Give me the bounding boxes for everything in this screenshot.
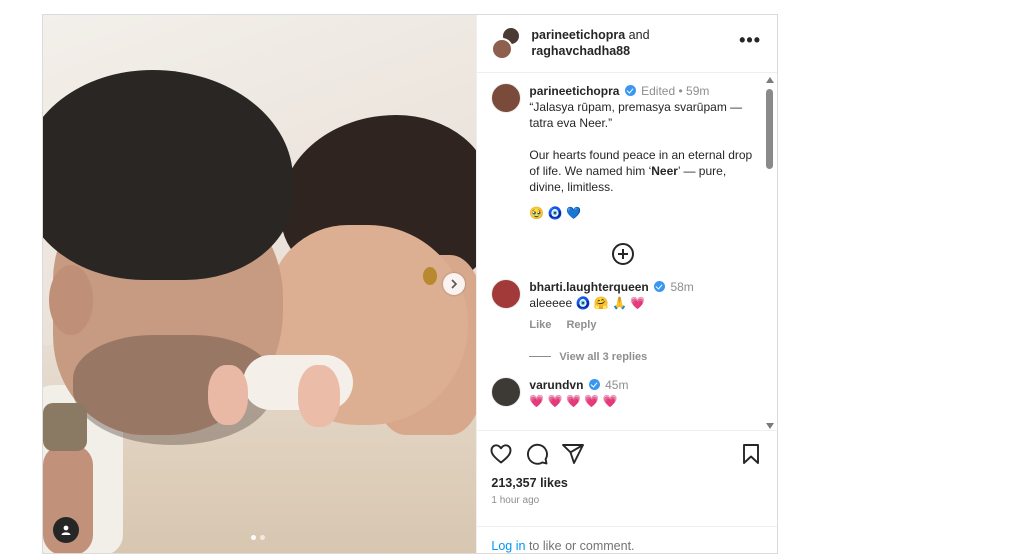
scrollbar-thumb[interactable] (766, 88, 773, 169)
view-replies-label: View all 3 replies (559, 350, 648, 363)
login-text: to like or comment. (525, 539, 635, 554)
caption-quote: “Jalasya rūpam, premasya svarūpam — tatr… (529, 99, 743, 130)
caption: parineetichopra Edited • 59m “Jalasya rū… (491, 82, 755, 221)
caption-text-bold: Neer (651, 163, 678, 178)
comment-text: 💗 💗 💗 💗 💗 (529, 393, 618, 408)
login-link[interactable]: Log in (491, 539, 525, 553)
header-and-text: and (628, 28, 650, 43)
replies-divider (529, 356, 552, 358)
photo-watch (43, 403, 87, 451)
comment-body: bharti.laughterqueen 58m aleeeee 🧿 🤗 🙏 💗… (529, 279, 755, 333)
carousel-dot-active (251, 535, 256, 540)
header-username-1[interactable]: parineetichopra (531, 28, 625, 42)
comment-like-button[interactable]: Like (529, 319, 551, 331)
scroll-up-arrow[interactable] (766, 76, 774, 83)
comment-username[interactable]: bharti.laughterqueen (529, 280, 648, 294)
collab-names: parineetichopra and raghavchadha88 (531, 27, 649, 59)
login-prompt: Log in to like or comment. (477, 526, 777, 553)
comment-username[interactable]: varundvn (529, 378, 583, 392)
post-image (43, 15, 477, 553)
caption-separator: • (678, 83, 683, 98)
caption-emojis: 🥹 🧿 💙 (529, 205, 581, 220)
share-icon[interactable] (561, 442, 585, 466)
plus-circle-icon[interactable] (612, 242, 635, 265)
post-header: parineetichopra and raghavchadha88 ••• (477, 15, 777, 73)
photo-baby-foot-left (208, 365, 248, 425)
user-tag-button[interactable] (53, 517, 79, 543)
avatar[interactable] (491, 376, 522, 407)
comment-item: bharti.laughterqueen 58m aleeeee 🧿 🤗 🙏 💗… (491, 278, 755, 333)
more-options-button[interactable]: ••• (739, 31, 761, 49)
comment-time[interactable]: 58m (670, 280, 693, 294)
scroll-down-arrow[interactable] (766, 422, 774, 429)
caption-text: Our hearts found peace in an eternal dro… (529, 147, 755, 195)
comment-actions: Like Reply (529, 317, 755, 333)
comment-time[interactable]: 45m (605, 378, 628, 392)
instagram-post: parineetichopra and raghavchadha88 ••• p… (42, 14, 778, 554)
comment-item: varundvn 45m 💗 💗 💗 💗 💗 (491, 376, 755, 409)
avatar[interactable] (491, 278, 522, 309)
avatar[interactable] (491, 82, 522, 113)
chevron-right-icon (451, 279, 458, 289)
action-bar (477, 430, 777, 476)
bookmark-icon[interactable] (739, 442, 763, 466)
post-time[interactable]: 1 hour ago (477, 490, 777, 506)
next-photo-button[interactable] (443, 273, 465, 295)
view-replies-button[interactable]: View all 3 replies (529, 351, 755, 363)
collab-avatars[interactable] (491, 26, 522, 61)
avatar[interactable] (491, 38, 514, 61)
user-tag-icon (61, 525, 71, 535)
caption-time[interactable]: 59m (686, 84, 709, 98)
carousel-indicator (251, 535, 265, 540)
scrollbar[interactable] (765, 75, 774, 429)
caption-username[interactable]: parineetichopra (529, 84, 619, 98)
verified-badge-icon (624, 84, 636, 96)
verified-badge-icon (588, 378, 600, 390)
comment-reply-button[interactable]: Reply (566, 319, 596, 331)
load-more-comments (491, 242, 755, 265)
post-sidebar: parineetichopra and raghavchadha88 ••• p… (476, 15, 777, 553)
header-username-2[interactable]: raghavchadha88 (531, 44, 630, 58)
verified-badge-icon (654, 280, 666, 292)
photo-man-ear (49, 265, 93, 335)
photo-earring (423, 267, 437, 285)
comments-scroll-area[interactable]: parineetichopra Edited • 59m “Jalasya rū… (477, 73, 777, 430)
heart-icon[interactable] (489, 442, 513, 466)
comment-body: varundvn 45m 💗 💗 💗 💗 💗 (529, 377, 755, 409)
comment-text: aleeeee 🧿 🤗 🙏 💗 (529, 295, 646, 310)
caption-body: parineetichopra Edited • 59m “Jalasya rū… (529, 83, 755, 221)
photo-baby-foot-right (298, 365, 340, 427)
likes-count[interactable]: 213,357 likes (477, 476, 777, 490)
caption-edited: Edited (641, 83, 676, 98)
carousel-dot (260, 535, 265, 540)
comment-icon[interactable] (525, 442, 549, 466)
